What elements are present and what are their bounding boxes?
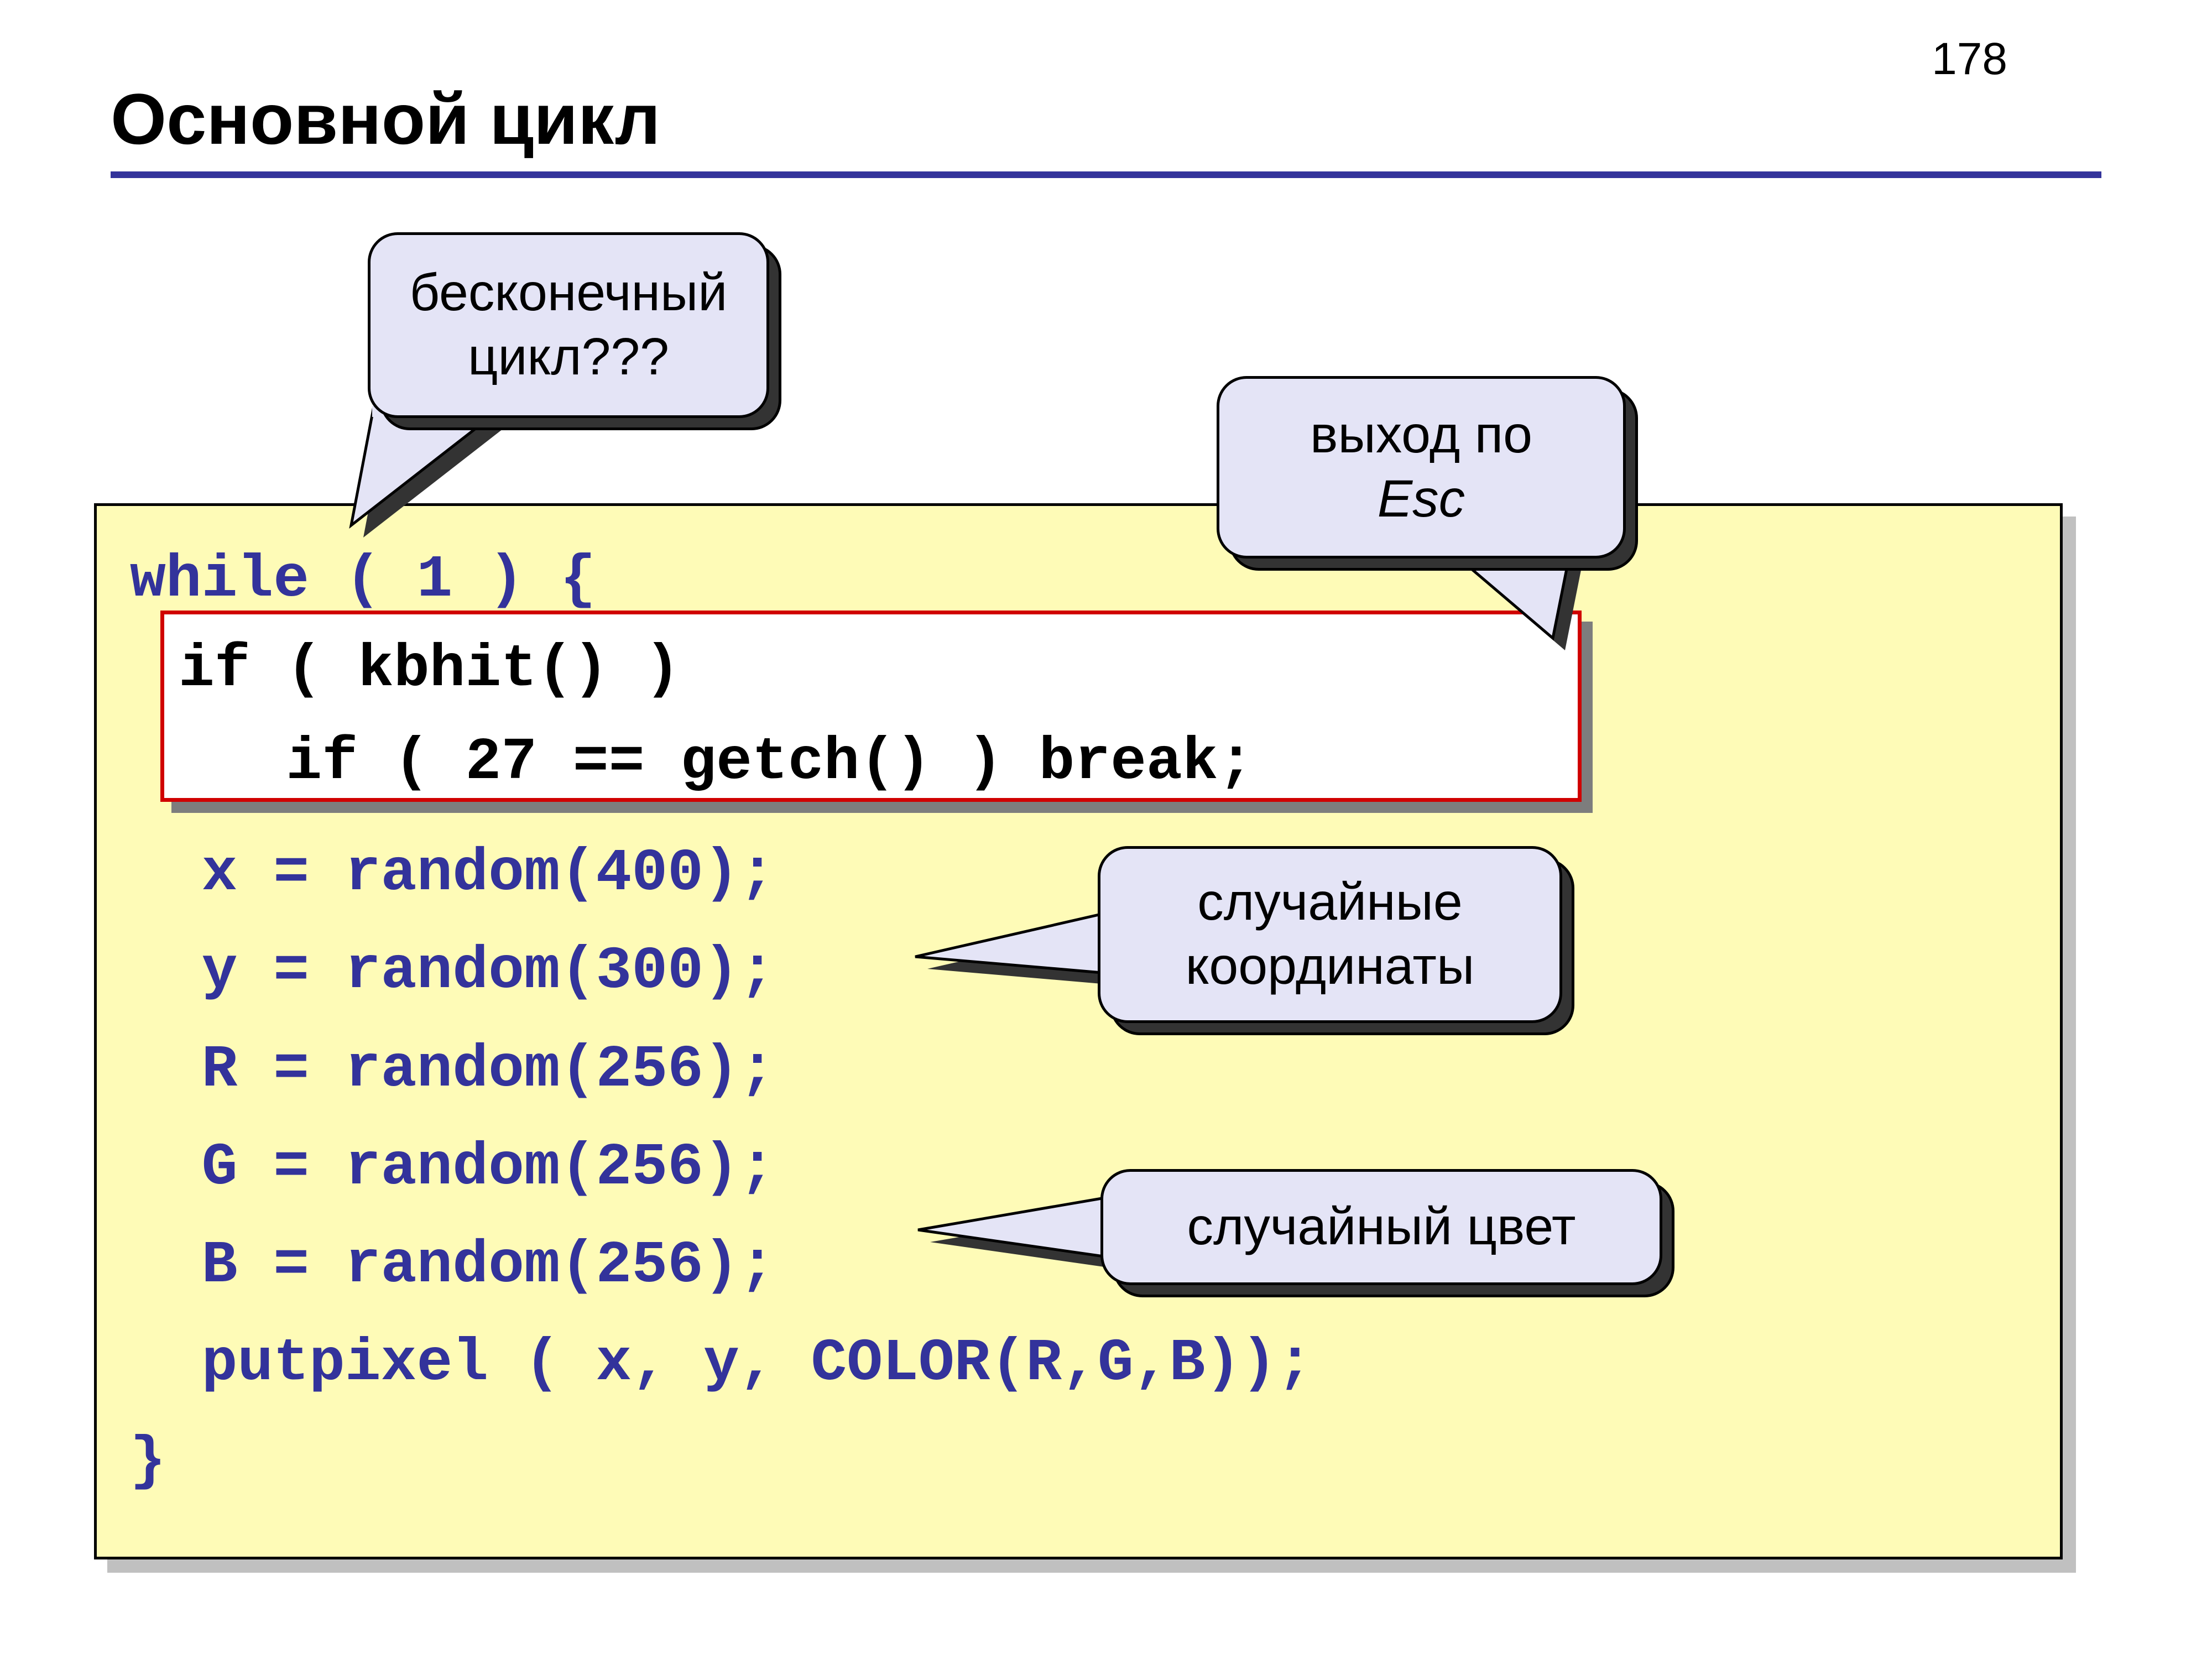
- code-line-G: G = random(256);: [130, 1134, 775, 1202]
- code-line-R: R = random(256);: [130, 1036, 775, 1104]
- highlight-box-body: if ( kbhit() ) if ( 27 == getch() ) brea…: [160, 611, 1582, 802]
- highlight-code: if ( kbhit() ) if ( 27 == getch() ) brea…: [179, 623, 1567, 810]
- callout-tail: [335, 409, 534, 564]
- callout-body: случайные координаты: [1098, 846, 1562, 1023]
- code-box: while ( 1 ) { x = random(400); y = rando…: [94, 503, 2063, 1559]
- title-block: Основной цикл: [111, 77, 2101, 178]
- callout-line1: случайные: [1197, 873, 1462, 931]
- callout-esc-key: Esc: [1378, 469, 1465, 528]
- code-line-x: x = random(400);: [130, 840, 775, 907]
- callout-line1: выход по: [1310, 405, 1532, 464]
- title-underline: [111, 171, 2101, 178]
- page-number: 178: [1932, 33, 2007, 85]
- callout-line1: бесконечный: [410, 263, 728, 322]
- hl-line2: if ( 27 == getch() ) break;: [179, 729, 1254, 796]
- callout-line1: случайный цвет: [1187, 1197, 1575, 1256]
- callout-body: выход по Esc: [1217, 376, 1626, 559]
- code-line-close-brace: }: [130, 1428, 166, 1495]
- code-line-y: y = random(300);: [130, 938, 775, 1005]
- highlight-box: if ( kbhit() ) if ( 27 == getch() ) brea…: [160, 611, 1582, 802]
- callout-body: бесконечный цикл???: [368, 232, 769, 418]
- code-line-putpixel: putpixel ( x, y, COLOR(R,G,B));: [130, 1330, 1313, 1397]
- code-line-B: B = random(256);: [130, 1232, 775, 1300]
- callout-line2: цикл???: [468, 327, 669, 386]
- callout-line2: координаты: [1186, 937, 1474, 995]
- slide-title: Основной цикл: [111, 77, 2101, 160]
- hl-line1: if ( kbhit() ): [179, 636, 680, 703]
- slide: 178 Основной цикл while ( 1 ) { x = rand…: [0, 0, 2212, 1659]
- callout-body: случайный цвет: [1100, 1169, 1662, 1285]
